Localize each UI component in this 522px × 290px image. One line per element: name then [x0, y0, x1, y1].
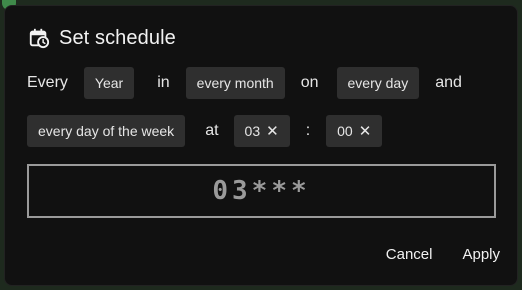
hour-select[interactable]: 03 ✕ — [233, 115, 290, 147]
hour-value: 03 — [244, 123, 261, 139]
calendar-clock-icon — [27, 26, 51, 50]
in-label: in — [157, 74, 170, 91]
period-select[interactable]: Year — [83, 67, 135, 99]
on-label: on — [300, 74, 319, 91]
and-label: and — [435, 74, 462, 91]
dialog-actions: Cancel Apply — [386, 246, 500, 263]
cancel-button[interactable]: Cancel — [386, 246, 433, 263]
every-label: Every — [27, 74, 68, 91]
day-select[interactable]: every day — [336, 67, 420, 99]
clear-minute-icon[interactable]: ✕ — [359, 122, 372, 140]
cron-expression-display: 03*** — [27, 164, 496, 218]
time-colon: : — [305, 122, 311, 139]
dialog-title: Set schedule — [59, 26, 176, 49]
minute-select[interactable]: 00 ✕ — [326, 115, 383, 147]
schedule-row-2: every day of the week at 03 ✕ : 00 ✕ — [27, 115, 383, 147]
clear-hour-icon[interactable]: ✕ — [266, 122, 279, 140]
schedule-row-1: Every Year in every month on every day a… — [27, 67, 462, 99]
schedule-dialog: Set schedule Every Year in every month o… — [4, 5, 518, 286]
minute-value: 00 — [337, 123, 353, 139]
dialog-header: Set schedule — [27, 24, 176, 52]
month-select[interactable]: every month — [185, 67, 285, 99]
apply-button[interactable]: Apply — [462, 246, 500, 263]
at-label: at — [205, 122, 219, 139]
weekday-select[interactable]: every day of the week — [27, 115, 186, 147]
